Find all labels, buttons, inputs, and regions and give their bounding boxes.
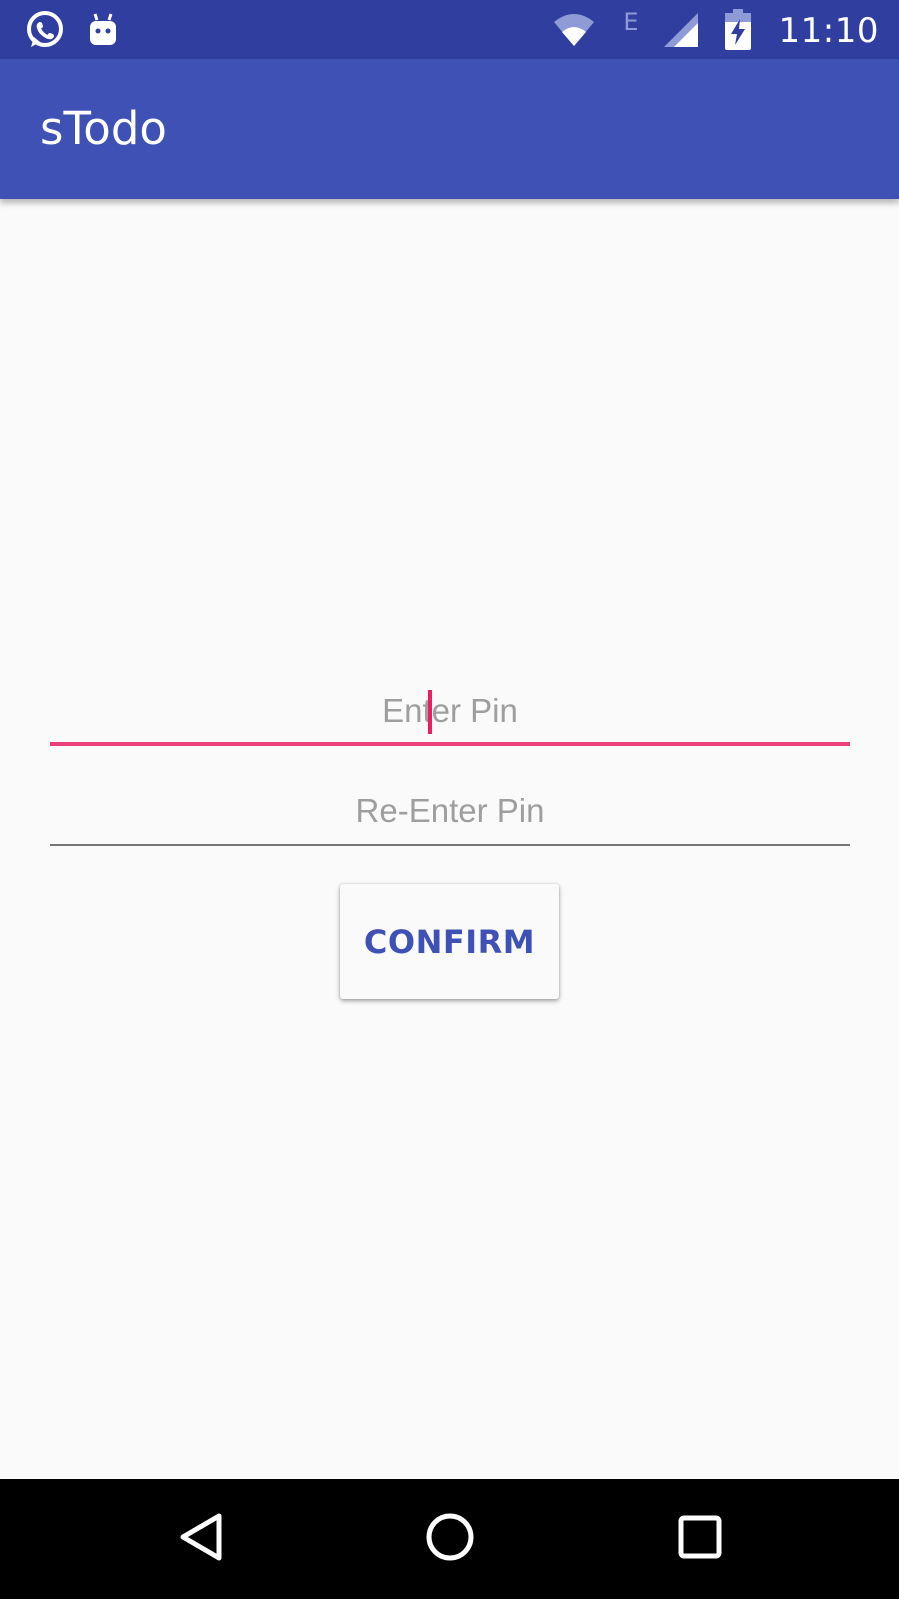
back-button[interactable] xyxy=(131,1479,271,1599)
recents-icon xyxy=(678,1515,722,1564)
reenter-pin-field[interactable] xyxy=(50,776,850,846)
cell-signal-icon xyxy=(660,0,702,59)
confirm-button[interactable]: CONFIRM xyxy=(340,884,559,999)
status-time: 11:10 xyxy=(778,11,879,51)
reenter-pin-input[interactable] xyxy=(50,776,850,846)
battery-charging-icon xyxy=(722,0,754,59)
screen: E 11:10 sTodo CONFIRM xyxy=(0,0,899,1599)
enter-pin-underline xyxy=(50,742,850,746)
enter-pin-field[interactable] xyxy=(50,676,850,746)
reenter-pin-underline xyxy=(50,844,850,846)
wifi-icon xyxy=(552,0,596,59)
recents-button[interactable] xyxy=(630,1479,770,1599)
whatsapp-icon xyxy=(22,0,68,59)
network-type-icon: E xyxy=(618,0,644,59)
app-bar: sTodo xyxy=(0,59,899,199)
home-button[interactable] xyxy=(380,1479,520,1599)
back-icon xyxy=(177,1512,225,1567)
network-type-label: E xyxy=(623,8,639,36)
navigation-bar xyxy=(0,1479,899,1599)
enter-pin-input[interactable] xyxy=(50,676,850,746)
home-icon xyxy=(425,1512,475,1567)
android-icon xyxy=(86,0,120,59)
text-cursor xyxy=(428,690,432,734)
status-bar: E 11:10 xyxy=(0,0,899,59)
app-title: sTodo xyxy=(40,102,167,155)
